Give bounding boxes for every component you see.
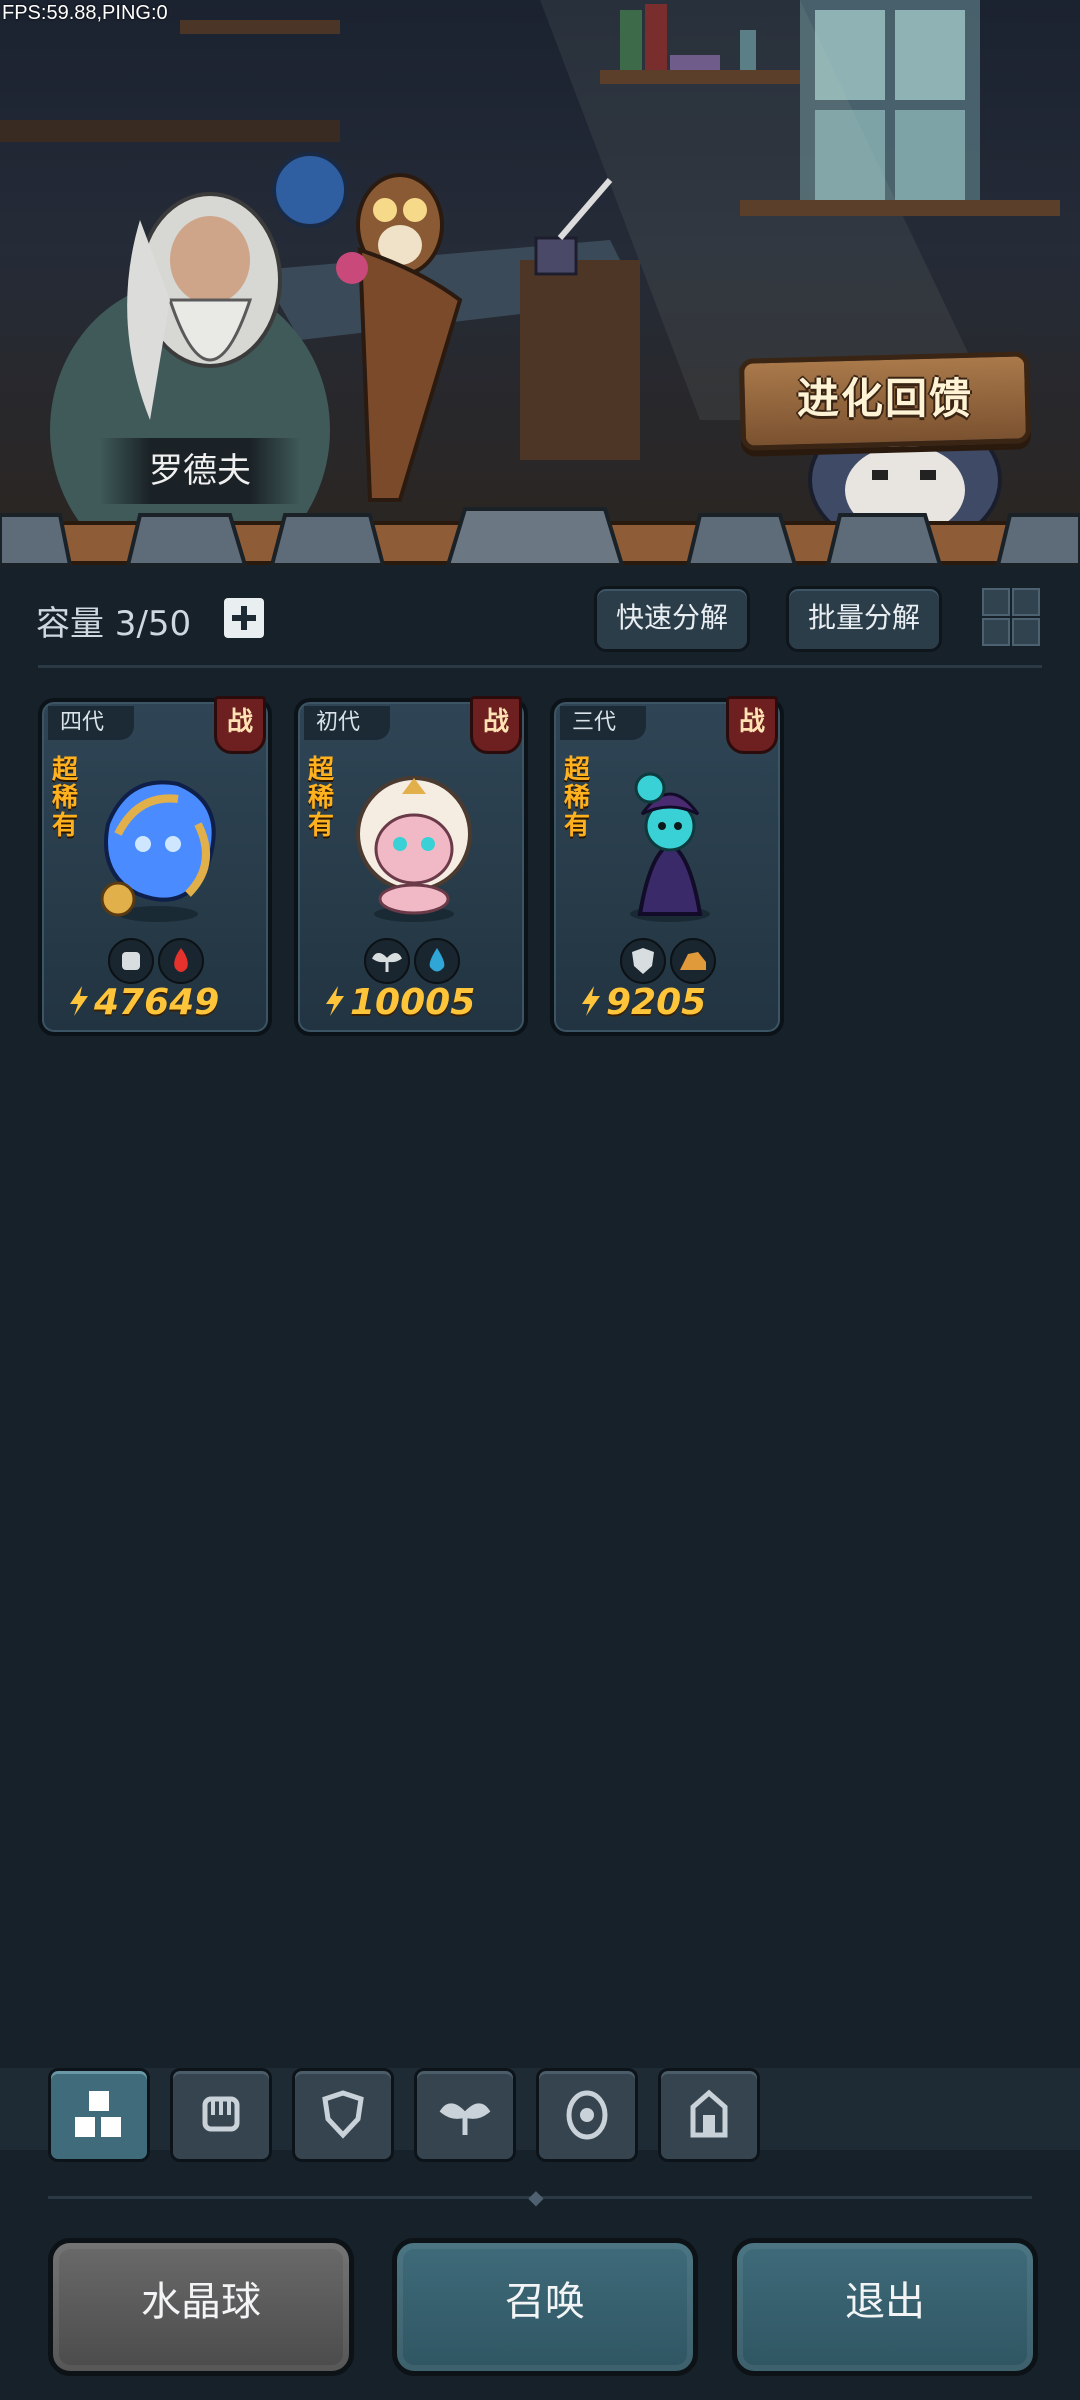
power-number: 47649 bbox=[94, 982, 220, 1023]
generation-tag: 三代 bbox=[560, 706, 646, 740]
monster-card[interactable]: 三代 战 超稀有 9205 bbox=[550, 696, 784, 1036]
tab-spirit[interactable] bbox=[536, 2068, 638, 2162]
crystal-ball-button[interactable]: 水晶球 bbox=[48, 2238, 354, 2376]
npc-scene: 罗德夫 进化回馈 bbox=[0, 0, 1080, 560]
power-icon bbox=[70, 986, 88, 1016]
evolution-feedback-sign[interactable]: 进化回馈 bbox=[738, 351, 1032, 451]
power-number: 10005 bbox=[350, 982, 476, 1023]
stone-divider bbox=[0, 507, 1080, 567]
batch-decompose-button[interactable]: 批量分解 bbox=[786, 586, 942, 652]
generation-tag: 四代 bbox=[48, 706, 134, 740]
rarity-label: 超稀有 bbox=[52, 755, 79, 841]
water-drop-icon bbox=[414, 938, 460, 984]
power-icon bbox=[582, 986, 600, 1016]
fps-readout: FPS:59.88,PING:0 bbox=[2, 2, 168, 24]
earth-icon bbox=[670, 938, 716, 984]
power-value: 47649 bbox=[68, 982, 258, 1026]
tab-tower[interactable] bbox=[658, 2068, 760, 2162]
tower-icon bbox=[690, 2089, 728, 2138]
power-value: 10005 bbox=[324, 982, 514, 1026]
tab-all[interactable] bbox=[48, 2068, 150, 2162]
expand-capacity-button[interactable] bbox=[224, 598, 264, 638]
tab-shield[interactable] bbox=[292, 2068, 394, 2162]
all-icon bbox=[75, 2091, 121, 2137]
grid-view-toggle[interactable] bbox=[982, 588, 1040, 646]
trait-icons bbox=[364, 938, 474, 984]
sprout-icon bbox=[439, 2103, 491, 2135]
generation-tag: 初代 bbox=[304, 706, 390, 740]
power-value: 9205 bbox=[580, 982, 770, 1026]
battle-badge: 战 bbox=[726, 696, 778, 754]
trait-icons bbox=[620, 938, 730, 984]
capacity-label: 容量 3/50 bbox=[36, 604, 192, 644]
scroll-handle-icon[interactable]: ◆ bbox=[516, 2186, 556, 2208]
battle-badge: 战 bbox=[470, 696, 522, 754]
pink-larva-portrait bbox=[356, 776, 472, 922]
fire-icon bbox=[158, 938, 204, 984]
rarity-label: 超稀有 bbox=[308, 755, 335, 841]
trait-icons bbox=[108, 938, 218, 984]
tab-fist[interactable] bbox=[170, 2068, 272, 2162]
shield-icon bbox=[322, 2090, 364, 2139]
summon-button[interactable]: 召唤 bbox=[392, 2238, 698, 2376]
battle-badge: 战 bbox=[214, 696, 266, 754]
monster-card[interactable]: 四代 战 超稀有 47649 bbox=[38, 696, 272, 1036]
rose-witch-portrait bbox=[630, 772, 710, 922]
evolution-feedback-label: 进化回馈 bbox=[796, 374, 973, 423]
npc-name-label: 罗德夫 bbox=[100, 438, 300, 504]
power-number: 9205 bbox=[606, 982, 707, 1023]
section-divider bbox=[38, 665, 1042, 668]
fist-icon bbox=[108, 938, 154, 984]
fist-icon bbox=[202, 2096, 240, 2132]
exit-button[interactable]: 退出 bbox=[732, 2238, 1038, 2376]
spirit-icon bbox=[566, 2090, 608, 2140]
monster-card[interactable]: 初代 战 超稀有 10005 bbox=[294, 696, 528, 1036]
tab-sprout[interactable] bbox=[414, 2068, 516, 2162]
blue-flame-spirit-portrait bbox=[100, 780, 216, 922]
quick-decompose-button[interactable]: 快速分解 bbox=[594, 586, 750, 652]
sprout-icon bbox=[364, 938, 410, 984]
shield-icon bbox=[620, 938, 666, 984]
power-icon bbox=[326, 986, 344, 1016]
rarity-label: 超稀有 bbox=[564, 755, 591, 841]
